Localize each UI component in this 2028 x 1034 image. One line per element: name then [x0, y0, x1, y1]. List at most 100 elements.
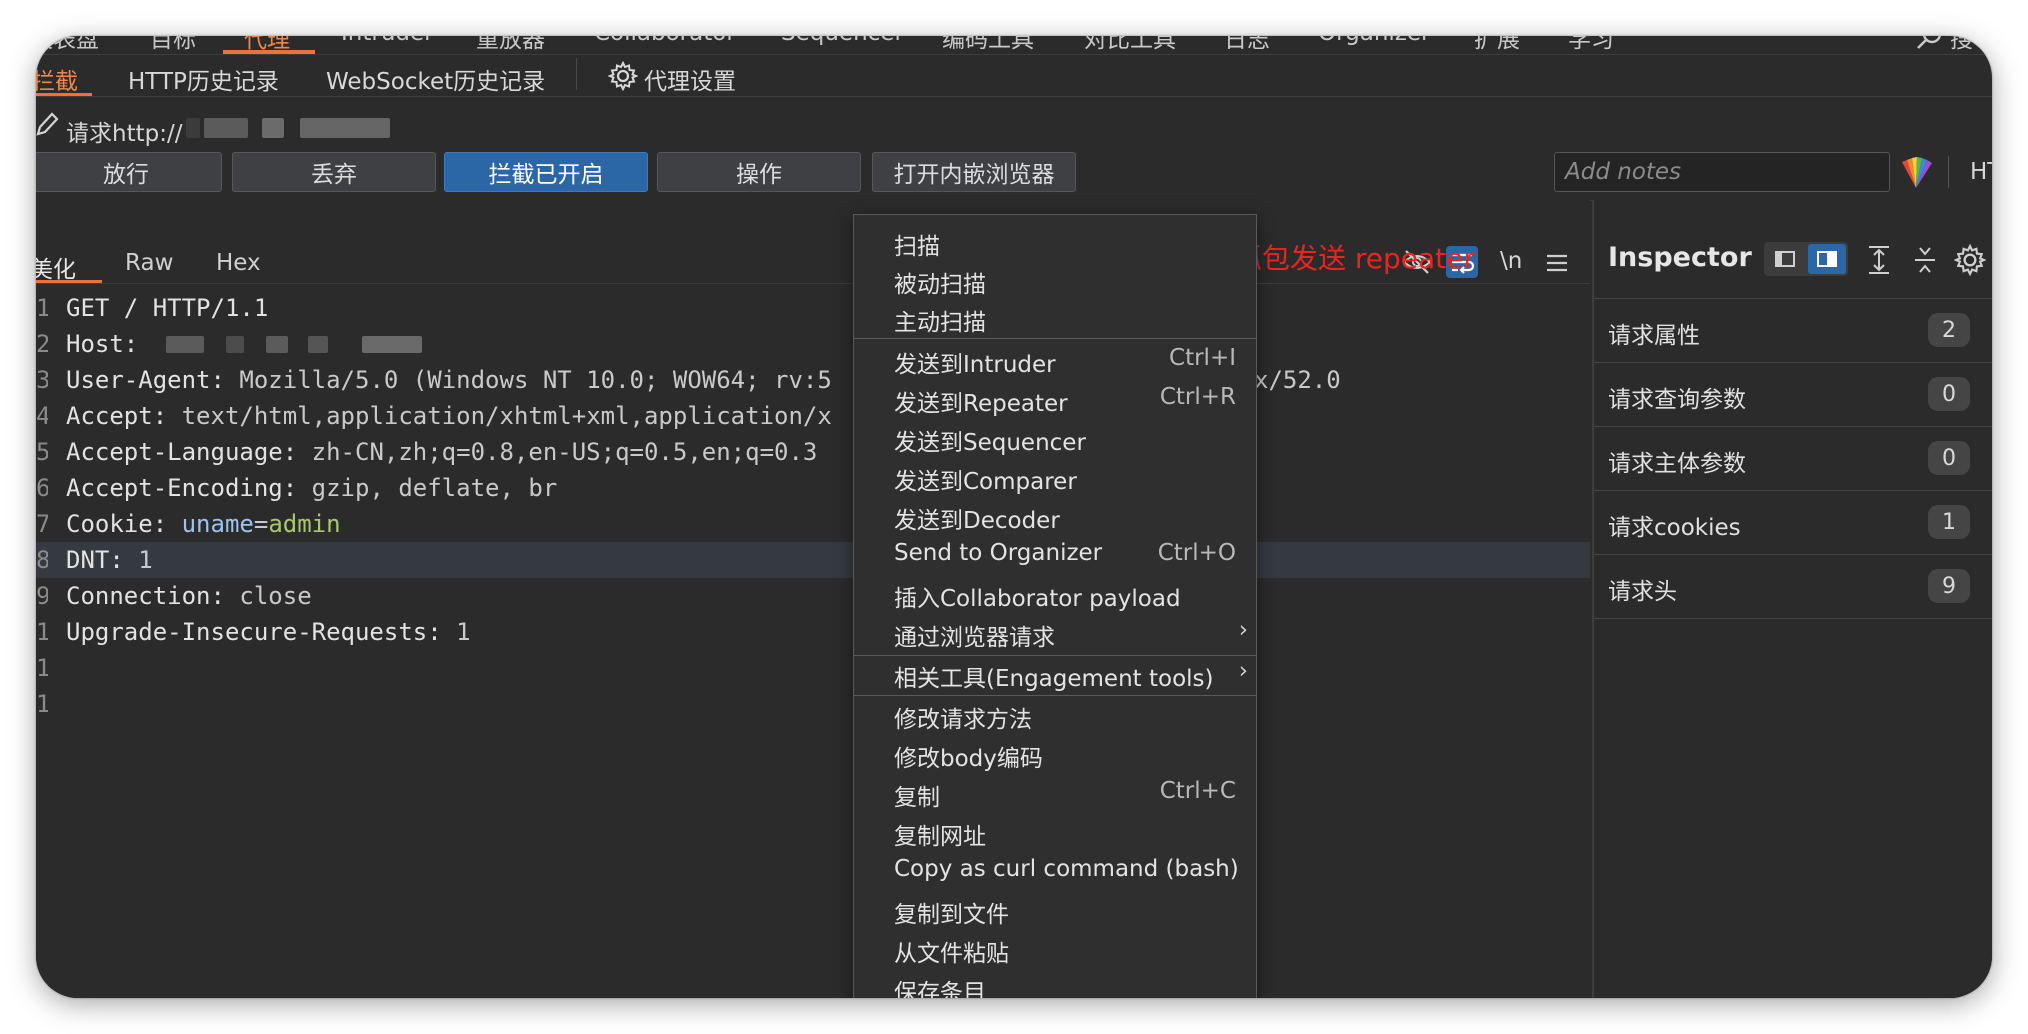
menu-item-copy-as-curl[interactable]: Copy as curl command (bash)	[854, 852, 1256, 890]
highlight-color-icon[interactable]	[1896, 154, 1936, 190]
tab-collaborator[interactable]: Collaborator	[594, 36, 736, 46]
tab-organizer[interactable]: Organizer	[1318, 36, 1431, 46]
menu-item-label: 发送到Intruder	[894, 352, 1056, 378]
line-number: 5	[36, 438, 48, 466]
context-menu: 扫描 被动扫描 主动扫描 发送到Intruder Ctrl+I 发送到Repeat…	[853, 214, 1257, 998]
redacted-block	[262, 118, 284, 138]
forward-button[interactable]: 放行	[36, 152, 222, 192]
line-number: 4	[36, 402, 48, 430]
layout-left-button[interactable]	[1766, 244, 1804, 274]
code-line: 12	[36, 686, 1590, 722]
menu-item-send-to-comparer[interactable]: 发送到Comparer	[854, 458, 1256, 496]
menu-item-send-to-sequencer[interactable]: 发送到Sequencer	[854, 419, 1256, 457]
menu-item-label: 修改请求方法	[894, 707, 1032, 733]
menu-item-send-to-repeater[interactable]: 发送到Repeater Ctrl+R	[854, 380, 1256, 418]
view-tab-pretty[interactable]: 美化	[36, 250, 76, 284]
menu-item-label: 从文件粘贴	[894, 941, 1009, 967]
code-line: 2 Host:	[36, 326, 1590, 362]
layout-right-button[interactable]	[1808, 244, 1846, 274]
inspector-row-query-params[interactable]: 请求查询参数 0	[1594, 363, 1992, 427]
request-line: GET / HTTP/1.1	[66, 294, 269, 322]
inspector-row-request-attributes[interactable]: 请求属性 2	[1594, 299, 1992, 363]
menu-item-passive-scan[interactable]: 被动扫描	[854, 261, 1256, 299]
tab-decoder[interactable]: 编码工具	[942, 36, 1034, 54]
code-line: 5 Accept-Language: zh-CN,zh;q=0.8,en-US;q…	[36, 434, 1590, 470]
line-number: 9	[36, 582, 48, 610]
menu-icon[interactable]	[1546, 252, 1568, 274]
count-badge: 2	[1928, 313, 1970, 347]
menu-item-label: 插入Collaborator payload	[894, 586, 1181, 612]
open-browser-button[interactable]: 打开内嵌浏览器	[872, 152, 1076, 192]
menu-item-paste-from-file[interactable]: 从文件粘贴	[854, 930, 1256, 968]
menu-item-request-in-browser[interactable]: 通过浏览器请求 ›	[854, 614, 1256, 652]
header-name: Accept-Language:	[66, 438, 298, 466]
search-icon[interactable]	[1916, 36, 1942, 52]
redacted-block	[186, 118, 200, 138]
inspector-row-cookies[interactable]: 请求cookies 1	[1594, 491, 1992, 555]
menu-item-change-method[interactable]: 修改请求方法	[854, 696, 1256, 734]
subtab-intercept[interactable]: 拦截	[36, 62, 78, 96]
menu-item-send-to-decoder[interactable]: 发送到Decoder	[854, 497, 1256, 535]
menu-item-label: 通过浏览器请求	[894, 625, 1055, 651]
menu-item-label: 发送到Sequencer	[894, 430, 1086, 456]
menu-item-label: 发送到Repeater	[894, 391, 1068, 417]
line-number: 6	[36, 474, 48, 502]
tab-logger[interactable]: 日志	[1224, 36, 1270, 54]
subtab-proxy-settings[interactable]: 代理设置	[644, 62, 736, 96]
view-tab-hex[interactable]: Hex	[216, 250, 261, 276]
shortcut-label: Ctrl+O	[1157, 540, 1236, 566]
inspector-row-headers[interactable]: 请求头 9	[1594, 555, 1992, 619]
header-name: Upgrade-Insecure-Requests:	[66, 618, 442, 646]
inspector-panel: Inspector 请求属性 2 请求查询参数 0 请求主体参数 0 请求cookie…	[1592, 200, 1992, 998]
view-tab-raw[interactable]: Raw	[125, 250, 173, 276]
annotation-label: 抓包发送 repeater	[1234, 242, 1475, 275]
drop-button[interactable]: 丢弃	[232, 152, 436, 192]
action-button[interactable]: 操作	[657, 152, 861, 192]
redacted-block	[204, 118, 248, 138]
tab-search[interactable]: 搜	[1950, 36, 1973, 54]
menu-item-label: 复制	[894, 785, 940, 811]
gear-icon[interactable]	[608, 61, 638, 91]
menu-item-send-to-intruder[interactable]: 发送到Intruder Ctrl+I	[854, 341, 1256, 379]
subtab-http-history[interactable]: HTTP历史记录	[128, 62, 279, 96]
tab-sequencer[interactable]: Sequencer	[781, 36, 904, 46]
subtab-websocket-history[interactable]: WebSocket历史记录	[326, 62, 545, 96]
menu-item-copy[interactable]: 复制 Ctrl+C	[854, 774, 1256, 812]
inspector-gear-icon[interactable]	[1954, 244, 1986, 276]
menu-item-save-item[interactable]: 保存条目	[854, 969, 1256, 998]
menu-item-change-body-encoding[interactable]: 修改body编码	[854, 735, 1256, 773]
menu-item-copy-to-file[interactable]: 复制到文件	[854, 891, 1256, 929]
inspector-row-label: 请求cookies	[1608, 515, 1741, 541]
tab-repeater[interactable]: 重放器	[476, 36, 545, 54]
count-badge: 0	[1928, 377, 1970, 411]
tab-comparer[interactable]: 对比工具	[1084, 36, 1176, 54]
tab-intruder[interactable]: Intruder	[341, 36, 434, 46]
show-newlines-toggle[interactable]: \n	[1500, 248, 1522, 274]
request-editor[interactable]: 美化 Raw Hex \n 1 GET / HTTP/1.1 2 Host: 3 Us…	[36, 200, 1590, 998]
menu-item-label: 保存条目	[894, 980, 986, 998]
menu-item-active-scan[interactable]: 主动扫描	[854, 299, 1256, 337]
tab-target[interactable]: 目标	[150, 36, 196, 54]
notes-input[interactable]: Add notes	[1554, 152, 1890, 192]
intercept-toggle-button[interactable]: 拦截已开启	[444, 152, 648, 192]
menu-item-engagement-tools[interactable]: 相关工具(Engagement tools) ›	[854, 655, 1256, 693]
expand-all-icon[interactable]	[1864, 244, 1894, 276]
tab-dashboard[interactable]: 仪表盘	[36, 36, 99, 54]
inspector-row-body-params[interactable]: 请求主体参数 0	[1594, 427, 1992, 491]
collapse-all-icon[interactable]	[1910, 244, 1940, 276]
inspector-title: Inspector	[1608, 242, 1752, 273]
header-name: User-Agent:	[66, 366, 225, 394]
menu-item-copy-url[interactable]: 复制网址	[854, 813, 1256, 851]
shortcut-label: Ctrl+I	[1169, 345, 1236, 371]
line-number: 7	[36, 510, 48, 538]
code-line: 9 Connection: close	[36, 578, 1590, 614]
tab-extensions[interactable]: 扩展	[1474, 36, 1520, 54]
tab-learn[interactable]: 学习	[1568, 36, 1614, 54]
menu-item-scan[interactable]: 扫描	[854, 223, 1256, 261]
menu-item-send-to-organizer[interactable]: Send to Organizer Ctrl+O	[854, 536, 1256, 574]
menu-item-insert-collaborator[interactable]: 插入Collaborator payload	[854, 575, 1256, 613]
count-badge: 0	[1928, 441, 1970, 475]
menu-item-label: 相关工具(Engagement tools)	[894, 666, 1214, 692]
count-badge: 9	[1928, 569, 1970, 603]
header-name: Accept:	[66, 402, 168, 430]
